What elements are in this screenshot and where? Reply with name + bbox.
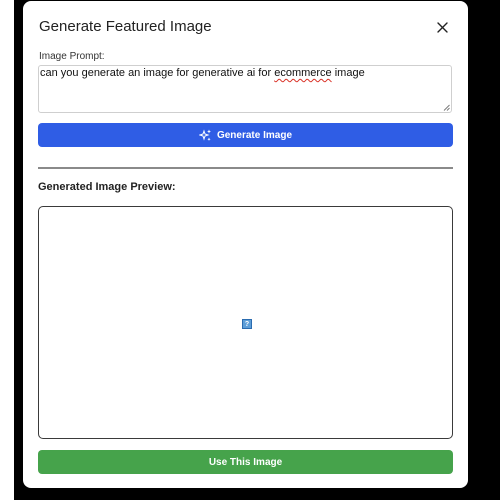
resize-grip-icon[interactable] [443,104,450,111]
sparkles-icon [198,128,211,141]
use-this-image-label: Use This Image [208,456,283,468]
background-panel [0,0,14,500]
broken-image-glyph: ? [244,320,250,328]
prompt-text-start: can you generate an image for generative… [40,67,275,79]
close-button[interactable] [431,16,453,38]
close-icon [436,21,448,33]
image-prompt-value: can you generate an image for generative… [40,67,365,79]
image-prompt-label: Image Prompt: [39,51,105,62]
generate-image-dialog: Generate Featured Image Image Prompt: ca… [23,1,468,488]
section-divider [38,167,453,169]
generate-image-button[interactable]: Generate Image [38,123,453,147]
preview-heading: Generated Image Preview: [38,181,176,193]
image-prompt-textarea[interactable]: can you generate an image for generative… [38,65,452,113]
use-this-image-button[interactable]: Use This Image [38,450,453,474]
prompt-text-end: image [331,67,365,79]
spellcheck-flagged-word: ecommerce [274,67,332,79]
image-preview-area: ? [38,206,453,439]
dialog-title: Generate Featured Image [39,18,212,35]
broken-image-icon: ? [242,319,252,329]
generate-image-label: Generate Image [216,129,293,141]
